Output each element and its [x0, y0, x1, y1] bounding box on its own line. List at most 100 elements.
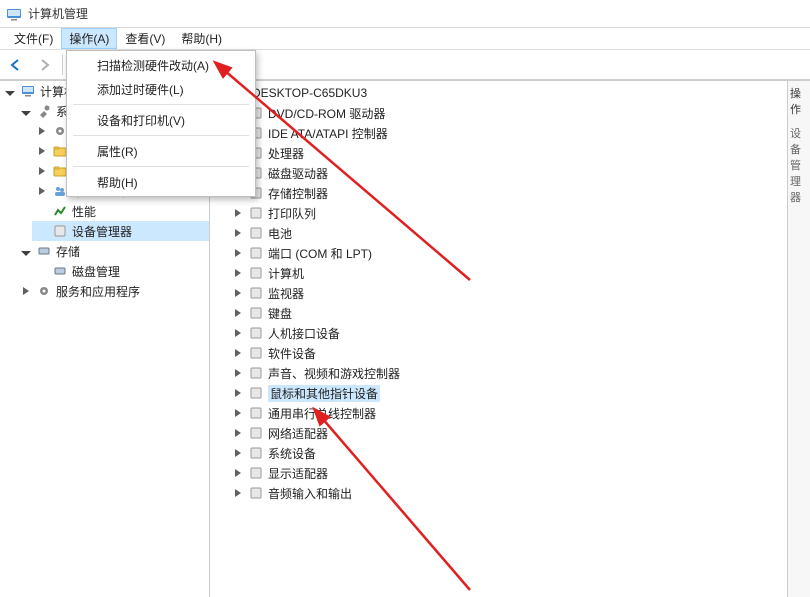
device-category[interactable]: 系统设备 [228, 443, 787, 463]
device-icon [248, 225, 264, 241]
device-category[interactable]: 人机接口设备 [228, 323, 787, 343]
menu-devprn-label: 设备和打印机(V) [97, 112, 185, 129]
device-category-label: 人机接口设备 [268, 325, 340, 342]
menu-view[interactable]: 查看(V) [117, 28, 173, 49]
device-category[interactable]: 网络适配器 [228, 423, 787, 443]
device-category[interactable]: DVD/CD-ROM 驱动器 [228, 103, 787, 123]
device-icon [248, 265, 264, 281]
menu-separator [73, 104, 249, 105]
device-category[interactable]: 音频输入和输出 [228, 483, 787, 503]
scope-item-4[interactable]: 性能 [32, 201, 209, 221]
result-pane: DESKTOP-C65DKU3 DVD/CD-ROM 驱动器 IDE ATA/ATA… [210, 81, 788, 597]
window-title: 计算机管理 [28, 5, 88, 22]
device-category-label: 显示适配器 [268, 465, 328, 482]
menu-separator [73, 135, 249, 136]
menu-props-label: 属性(R) [97, 143, 138, 160]
device-icon [248, 345, 264, 361]
device-icon [248, 305, 264, 321]
device-icon [248, 405, 264, 421]
device-category-label: 软件设备 [268, 345, 316, 362]
forward-button[interactable] [32, 53, 56, 77]
device-category-label: 存储控制器 [268, 185, 328, 202]
device-root-label: DESKTOP-C65DKU3 [252, 86, 367, 100]
actions-pane: 操作 设备管理器 [788, 81, 810, 597]
device-icon [248, 325, 264, 341]
menu-bar: 文件(F) 操作(A) 查看(V) 帮助(H) [0, 28, 810, 50]
menu-add-legacy[interactable]: 添加过时硬件(L) [69, 77, 253, 101]
menu-help[interactable]: 帮助(H) [173, 28, 230, 49]
device-category[interactable]: IDE ATA/ATAPI 控制器 [228, 123, 787, 143]
menu-legacy-label: 添加过时硬件(L) [97, 81, 184, 98]
action-menu-popup: 扫描检测硬件改动(A) 添加过时硬件(L) 设备和打印机(V) 属性(R) 帮助… [66, 50, 256, 197]
wrench-icon [36, 103, 52, 119]
computer-management-icon [6, 6, 22, 22]
menu-help[interactable]: 帮助(H) [69, 170, 253, 194]
device-category-label: IDE ATA/ATAPI 控制器 [268, 125, 388, 142]
device-icon [248, 205, 264, 221]
menu-scan-label: 扫描检测硬件改动(A) [97, 57, 209, 74]
device-icon [248, 425, 264, 441]
menu-file[interactable]: 文件(F) [6, 28, 61, 49]
device-category-label: DVD/CD-ROM 驱动器 [268, 105, 385, 122]
menu-file-label: 文件(F) [14, 30, 53, 47]
device-category-label: 监视器 [268, 285, 304, 302]
device-category[interactable]: 键盘 [228, 303, 787, 323]
tree-label: 设备管理器 [72, 223, 132, 240]
device-icon [248, 445, 264, 461]
tree-label: 服务和应用程序 [56, 283, 140, 300]
device-category-label: 端口 (COM 和 LPT) [268, 245, 372, 262]
device-category[interactable]: 电池 [228, 223, 787, 243]
device-category-label: 声音、视频和游戏控制器 [268, 365, 400, 382]
perf-icon [52, 203, 68, 219]
scope-services[interactable]: 服务和应用程序 [16, 281, 209, 301]
device-root[interactable]: DESKTOP-C65DKU3 [212, 83, 787, 103]
device-category-label: 通用串行总线控制器 [268, 405, 376, 422]
menu-properties[interactable]: 属性(R) [69, 139, 253, 163]
tree-label: 存储 [56, 243, 80, 260]
gear-icon [36, 283, 52, 299]
device-category[interactable]: 声音、视频和游戏控制器 [228, 363, 787, 383]
device-category[interactable]: 通用串行总线控制器 [228, 403, 787, 423]
toolbar-separator [62, 55, 63, 75]
device-category[interactable]: 监视器 [228, 283, 787, 303]
device-category[interactable]: 打印队列 [228, 203, 787, 223]
scope-storage[interactable]: 存储 [16, 241, 209, 261]
device-category-label: 计算机 [268, 265, 304, 282]
computer-icon [20, 83, 36, 99]
tree-label: 性能 [72, 203, 96, 220]
disk-icon [36, 243, 52, 259]
device-icon [248, 385, 264, 401]
menu-separator [73, 166, 249, 167]
device-category[interactable]: 显示适配器 [228, 463, 787, 483]
device-icon [248, 285, 264, 301]
menu-action[interactable]: 操作(A) [61, 28, 117, 49]
device-category[interactable]: 计算机 [228, 263, 787, 283]
menu-help-label: 帮助(H) [181, 30, 222, 47]
disk-icon [52, 263, 68, 279]
menu-help-label: 帮助(H) [97, 174, 138, 191]
device-category-label: 音频输入和输出 [268, 485, 352, 502]
device-category[interactable]: 磁盘驱动器 [228, 163, 787, 183]
menu-devices-printers[interactable]: 设备和打印机(V) [69, 108, 253, 132]
device-category-label: 电池 [268, 225, 292, 242]
device-category-label: 磁盘驱动器 [268, 165, 328, 182]
device-category-label: 打印队列 [268, 205, 316, 222]
device-category-label: 系统设备 [268, 445, 316, 462]
device-category[interactable]: 鼠标和其他指针设备 [228, 383, 787, 403]
actions-context: 设备管理器 [788, 121, 810, 209]
device-category-label: 键盘 [268, 305, 292, 322]
menu-scan-hardware[interactable]: 扫描检测硬件改动(A) [69, 53, 253, 77]
device-category[interactable]: 端口 (COM 和 LPT) [228, 243, 787, 263]
title-bar: 计算机管理 [0, 0, 810, 28]
scope-storage-0[interactable]: 磁盘管理 [32, 261, 209, 281]
scope-item-5[interactable]: 设备管理器 [32, 221, 209, 241]
device-category-label: 网络适配器 [268, 425, 328, 442]
device-category[interactable]: 软件设备 [228, 343, 787, 363]
device-category[interactable]: 处理器 [228, 143, 787, 163]
device-icon [52, 223, 68, 239]
device-category[interactable]: 存储控制器 [228, 183, 787, 203]
back-button[interactable] [4, 53, 28, 77]
device-category-label: 处理器 [268, 145, 304, 162]
actions-header: 操作 [788, 81, 810, 121]
device-icon [248, 245, 264, 261]
